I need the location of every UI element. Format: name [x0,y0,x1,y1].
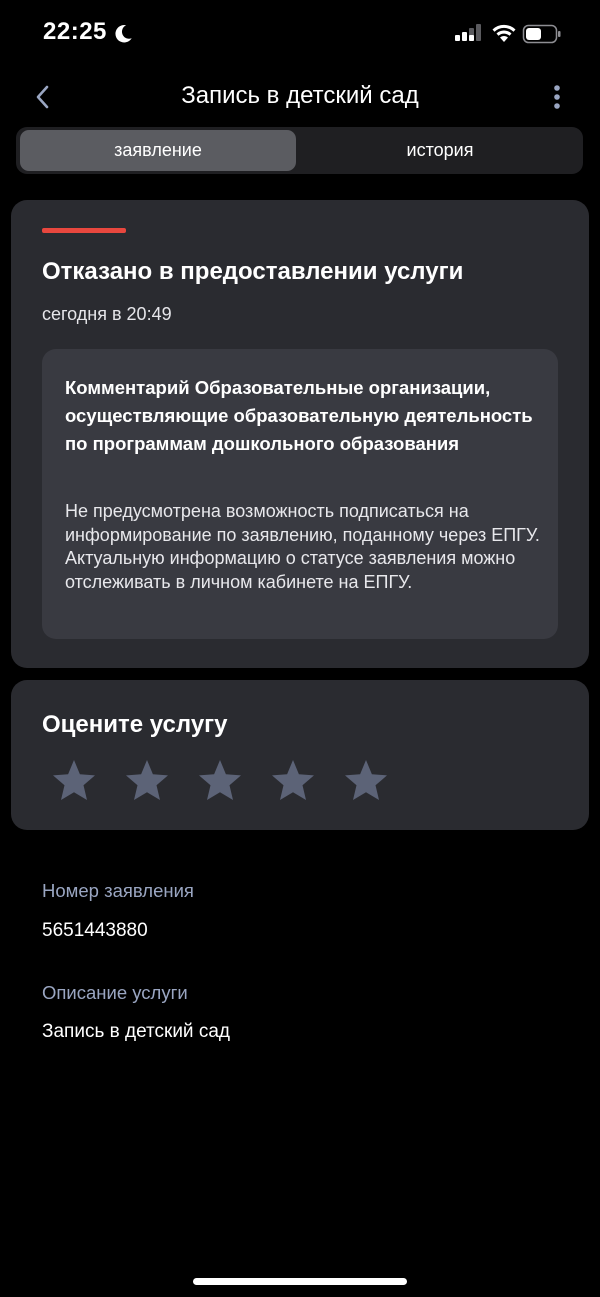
tab-application[interactable]: заявление [20,130,296,171]
star-icon-2[interactable] [122,757,172,807]
star-icon-3[interactable] [195,757,245,807]
status-indicator-line [42,228,126,233]
star-icon-1[interactable] [49,757,99,807]
service-description-value: Запись в детский сад [42,1021,230,1042]
status-time: 22:25 [43,18,107,45]
more-vertical-icon [554,85,560,109]
moon-icon [115,25,132,43]
application-number-value: 5651443880 [42,920,148,941]
service-description-label: Описание услуги [42,982,188,1003]
segmented-tabs: заявление история [16,127,583,174]
home-indicator [193,1278,407,1285]
tab-history[interactable]: история [301,130,579,171]
status-timestamp: сегодня в 20:49 [42,304,172,324]
comment-title: Комментарий Образовательные организации,… [65,377,533,454]
navigation-bar: Запись в детский сад [0,70,600,125]
comment-text: Не предусмотрена возможность подписаться… [65,501,540,592]
status-card: Отказано в предоставлении услуги сегодня… [11,200,589,668]
cellular-signal-icon [455,24,481,41]
star-icon-5[interactable] [341,757,391,807]
back-button[interactable] [26,80,60,114]
battery-icon [522,24,561,44]
rating-card: Оцените услугу [11,680,589,830]
chevron-left-icon [36,85,49,109]
status-bar: 22:25 [0,0,600,70]
application-number-label: Номер заявления [42,880,194,901]
more-options-button[interactable] [540,80,574,114]
page-title: Запись в детский сад [181,82,419,109]
status-title: Отказано в предоставлении услуги [42,258,464,285]
star-icon-4[interactable] [268,757,318,807]
wifi-icon [492,24,516,42]
comment-box: Комментарий Образовательные организации,… [42,349,558,639]
rating-title: Оцените услугу [42,711,228,738]
